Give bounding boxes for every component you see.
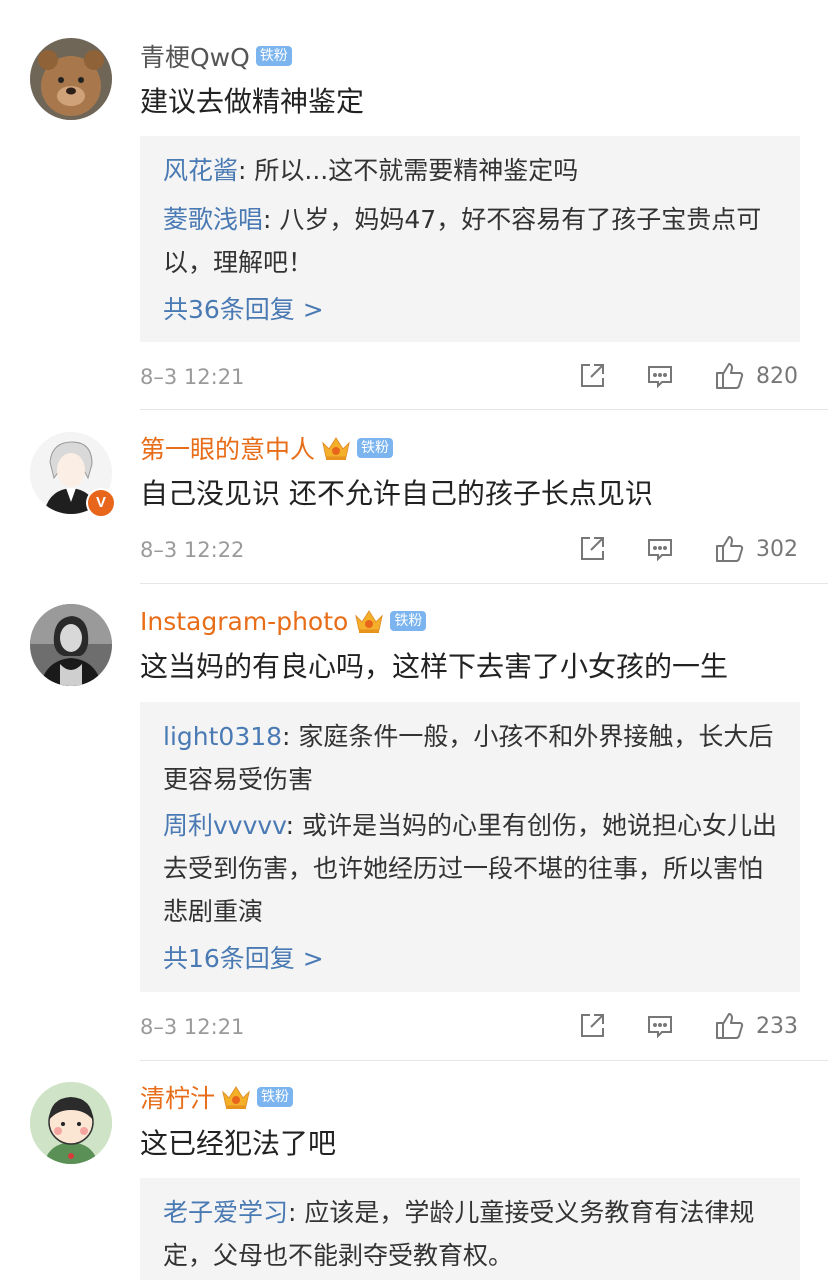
username[interactable]: 清柠汁 [140, 1079, 215, 1115]
reply-username[interactable]: 老子爱学习 [163, 1198, 288, 1227]
reply-item[interactable]: light0318: 家庭条件一般，小孩不和外界接触，长大后更容易受伤害 [163, 715, 783, 801]
reply-username[interactable]: 菱歌浅唱 [163, 205, 263, 234]
username[interactable]: Instagram-photo [140, 607, 348, 636]
reply-box[interactable]: 风花酱: 所以...这不就需要精神鉴定吗 菱歌浅唱: 八岁，妈妈47，好不容易有… [140, 136, 800, 342]
reply-item[interactable]: 风花酱: 所以...这不就需要精神鉴定吗 [163, 149, 783, 192]
more-replies-link[interactable]: 共36条回复 > [163, 290, 324, 330]
share-icon[interactable] [577, 534, 607, 564]
reply-item[interactable]: 菱歌浅唱: 八岁，妈妈47，好不容易有了孩子宝贵点可以，理解吧！ [163, 198, 783, 284]
share-icon[interactable] [577, 361, 607, 391]
comment-footer: 8–3 12:21 233 [140, 1007, 800, 1047]
username-row: 清柠汁 铁粉 [140, 1077, 294, 1117]
like-count: 820 [756, 364, 798, 389]
comment-footer: 8–3 12:22 302 [140, 530, 800, 570]
cartoon-boy-avatar-image [30, 1082, 112, 1164]
fan-badge: 铁粉 [390, 611, 427, 631]
like-count: 233 [756, 1014, 798, 1039]
crown-icon [221, 1084, 251, 1110]
teddy-bear-avatar-image [30, 38, 112, 120]
divider [140, 583, 828, 584]
reply-separator: : [288, 1198, 305, 1227]
username-row: Instagram-photo 铁粉 [140, 601, 427, 641]
reply-item[interactable]: 老子爱学习: 应该是，学龄儿童接受义务教育有法律规定，父母也不能剥夺受教育权。 [163, 1191, 783, 1277]
comment-icon[interactable] [645, 1011, 675, 1041]
comment-text: 这已经犯法了吧 [140, 1127, 337, 1160]
reply-separator: : [238, 156, 255, 185]
username[interactable]: 青梗QwQ [140, 38, 250, 74]
timestamp: 8–3 12:21 [140, 365, 245, 389]
divider [140, 1060, 828, 1061]
thumbs-up-icon[interactable] [714, 534, 744, 564]
reply-separator: : [263, 205, 280, 234]
crown-icon [321, 435, 351, 461]
reply-box[interactable]: light0318: 家庭条件一般，小孩不和外界接触，长大后更容易受伤害 周利v… [140, 702, 800, 992]
thumbs-up-icon[interactable] [714, 1011, 744, 1041]
timestamp: 8–3 12:22 [140, 538, 245, 562]
more-replies-link[interactable]: 共16条回复 > [163, 939, 324, 979]
avatar[interactable] [30, 604, 112, 686]
reply-text: 所以...这不就需要精神鉴定吗 [254, 156, 579, 185]
comment-text: 建议去做精神鉴定 [140, 85, 365, 118]
share-icon[interactable] [577, 1011, 607, 1041]
crown-icon [354, 608, 384, 634]
like-count: 302 [756, 537, 798, 562]
reply-username[interactable]: 周利vvvvv [163, 811, 286, 840]
reply-separator: : [285, 811, 302, 840]
comment-footer: 8–3 12:21 820 [140, 357, 800, 397]
comment-icon[interactable] [645, 534, 675, 564]
comment-text: 自己没见识 还不允许自己的孩子长点见识 [140, 477, 653, 510]
verified-badge: V [86, 488, 116, 518]
woman-portrait-avatar-image [30, 604, 112, 686]
username[interactable]: 第一眼的意中人 [140, 430, 315, 466]
reply-username[interactable]: 风花酱 [163, 156, 238, 185]
reply-username[interactable]: light0318 [163, 722, 282, 751]
comment-icon[interactable] [645, 361, 675, 391]
avatar[interactable] [30, 1082, 112, 1164]
avatar[interactable] [30, 38, 112, 120]
fan-badge: 铁粉 [257, 1087, 294, 1107]
reply-separator: : [282, 722, 299, 751]
thumbs-up-icon[interactable] [714, 361, 744, 391]
timestamp: 8–3 12:21 [140, 1015, 245, 1039]
reply-box[interactable]: 老子爱学习: 应该是，学龄儿童接受义务教育有法律规定，父母也不能剥夺受教育权。 [140, 1178, 800, 1280]
fan-badge: 铁粉 [357, 438, 394, 458]
divider [140, 409, 828, 410]
fan-badge: 铁粉 [255, 46, 292, 66]
username-row: 第一眼的意中人 铁粉 [140, 428, 394, 468]
reply-item[interactable]: 周利vvvvv: 或许是当妈的心里有创伤，她说担心女儿出去受到伤害，也许她经历过… [163, 804, 783, 933]
username-row: 青梗QwQ 铁粉 [140, 36, 292, 76]
comment-text: 这当妈的有良心吗，这样下去害了小女孩的一生 [140, 650, 729, 683]
